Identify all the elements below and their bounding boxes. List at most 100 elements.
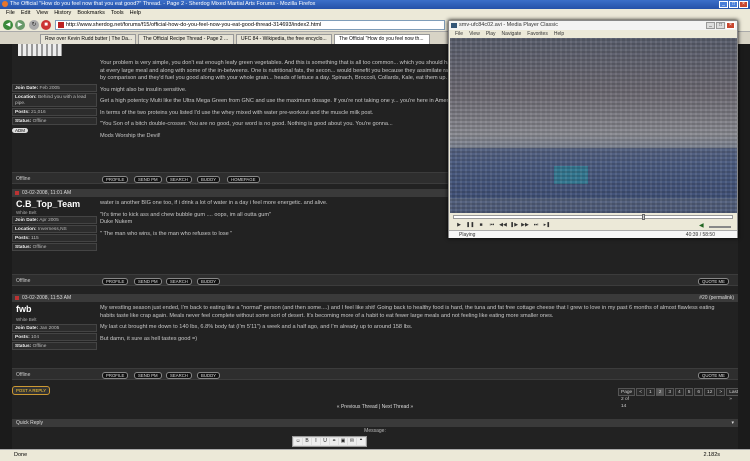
stop-icon[interactable]: ■: [477, 222, 485, 228]
pagination: Page 2 of 14 < 1 2 3 4 5 6 12 > Last »: [618, 388, 738, 409]
profile-button[interactable]: PROFILE: [102, 372, 129, 379]
prev-next-thread-links[interactable]: « Previous Thread | Next Thread »: [12, 404, 738, 410]
stop-icon[interactable]: ■: [41, 20, 51, 30]
frame-step-icon[interactable]: ▸❚: [543, 222, 551, 228]
username[interactable]: fwb: [16, 304, 32, 314]
post-paragraph: You might also be insulin sensitive.: [100, 86, 187, 93]
volume-slider[interactable]: [709, 226, 731, 228]
adm-badge: ADM: [12, 128, 28, 133]
offline-status: Offline: [16, 176, 31, 182]
seek-knob[interactable]: [641, 214, 645, 220]
avatar: [18, 44, 62, 56]
location: Location: Behind you with a lead pipe.: [12, 93, 97, 107]
post-paragraph: Get a high potentcy Multi like the Ultra…: [100, 98, 458, 104]
menu-bookmarks[interactable]: Bookmarks: [77, 9, 105, 18]
user-title: White Belt: [16, 317, 37, 322]
search-button[interactable]: SEARCH: [166, 278, 192, 285]
link-icon[interactable]: ⚭: [330, 438, 338, 445]
homepage-button[interactable]: HOMEPAGE: [227, 176, 260, 183]
profile-button[interactable]: PROFILE: [102, 278, 129, 285]
username[interactable]: C.B_Top_Team: [16, 199, 80, 209]
email-icon[interactable]: ✉: [348, 438, 356, 445]
send-pm-button[interactable]: SEND PM: [134, 372, 162, 379]
page-3[interactable]: 3: [665, 388, 675, 396]
page-prev[interactable]: <: [636, 388, 646, 396]
tab-how-do-you-feel[interactable]: The Official "How do you feel now th...: [334, 34, 430, 44]
page-6[interactable]: 6: [694, 388, 704, 396]
quote-button[interactable]: QUOTE ME: [698, 372, 729, 379]
underline-icon[interactable]: U: [321, 438, 329, 445]
player-menu-help[interactable]: Help: [554, 30, 564, 38]
player-menu-view[interactable]: View: [469, 30, 480, 38]
post-date: 03-02-2008, 11:53 AM: [22, 295, 72, 301]
menu-history[interactable]: History: [54, 9, 71, 18]
rewind-icon[interactable]: ◀◀: [499, 222, 507, 228]
player-menu-file[interactable]: File: [455, 30, 463, 38]
post-reply-button[interactable]: POST A REPLY: [12, 386, 51, 395]
url-bar[interactable]: http://www.sherdog.net/forums/f15/offici…: [55, 20, 445, 30]
media-player-window: smv-ufc84c02.avi - Media Player Classic …: [448, 20, 738, 238]
page-next[interactable]: >: [716, 388, 726, 396]
maximize-icon[interactable]: □: [716, 22, 725, 29]
minimize-icon[interactable]: _: [719, 1, 728, 8]
post-signature: " The man who wins, is the man who refus…: [100, 230, 233, 237]
search-button[interactable]: SEARCH: [166, 176, 192, 183]
reload-icon[interactable]: ↻: [29, 20, 39, 30]
minimize-icon[interactable]: _: [706, 22, 715, 29]
smiley-icon[interactable]: ☺: [294, 438, 302, 445]
page-info: Page 2 of 14: [618, 388, 636, 409]
send-pm-button[interactable]: SEND PM: [134, 176, 162, 183]
page-last[interactable]: Last »: [726, 388, 738, 402]
permalink-link[interactable]: #20 (permalink): [699, 294, 734, 302]
forward-icon[interactable]: ▶▶: [521, 222, 529, 228]
editor-toolbar: ☺ B I U ⚭ ▣ ✉ ❝: [292, 436, 367, 447]
page-1[interactable]: 1: [646, 388, 655, 396]
menu-edit[interactable]: Edit: [21, 9, 30, 18]
tab-kevin-rudd[interactable]: Row over Kevin Rudd butter | The Da...: [40, 34, 136, 44]
next-icon[interactable]: ⏭: [532, 222, 540, 228]
page-12[interactable]: 12: [704, 388, 716, 396]
browser-titlebar: The Official "How do you feel now that y…: [0, 0, 750, 9]
play-icon[interactable]: ▶: [455, 222, 463, 228]
offline-status: Offline: [16, 372, 31, 378]
online-status: Status: Offline: [12, 342, 97, 350]
menu-file[interactable]: File: [6, 9, 15, 18]
menu-help[interactable]: Help: [130, 9, 141, 18]
menu-tools[interactable]: Tools: [111, 9, 124, 18]
prev-icon[interactable]: ⏮: [488, 222, 496, 228]
post-count: Posts: 104: [12, 333, 97, 341]
pause-icon[interactable]: ❚❚: [466, 222, 474, 228]
send-pm-button[interactable]: SEND PM: [134, 278, 162, 285]
image-icon[interactable]: ▣: [339, 438, 347, 445]
quote-button[interactable]: QUOTE ME: [698, 278, 729, 285]
forward-icon[interactable]: ▶: [15, 20, 25, 30]
tab-recipe-thread[interactable]: The Official Recipe Thread - Page 2 ...: [138, 34, 234, 44]
buddy-button[interactable]: BUDDY: [197, 372, 221, 379]
page-5[interactable]: 5: [684, 388, 694, 396]
buddy-button[interactable]: BUDDY: [197, 176, 221, 183]
close-icon[interactable]: ×: [726, 22, 735, 29]
profile-button[interactable]: PROFILE: [102, 176, 129, 183]
close-icon[interactable]: ×: [739, 1, 748, 8]
quote-icon[interactable]: ❝: [357, 438, 365, 445]
search-button[interactable]: SEARCH: [166, 372, 192, 379]
message-label: Message:: [364, 428, 386, 434]
post-paragraph: Your problem is very simple, you don't e…: [100, 60, 460, 81]
video-frame[interactable]: [450, 38, 737, 213]
seek-bar[interactable]: [453, 214, 733, 220]
maximize-icon[interactable]: □: [729, 1, 738, 8]
page-4[interactable]: 4: [675, 388, 684, 396]
step-icon[interactable]: ❚▶: [510, 222, 518, 228]
collapse-icon[interactable]: ▾: [731, 419, 734, 427]
player-menu-navigate[interactable]: Navigate: [502, 30, 522, 38]
speaker-icon[interactable]: ◀: [699, 222, 704, 229]
bold-icon[interactable]: B: [303, 438, 311, 445]
back-icon[interactable]: ◀: [3, 20, 13, 30]
tab-ufc84-wikipedia[interactable]: UFC 84 - Wikipedia, the free encyclo...: [236, 34, 332, 44]
player-menu-play[interactable]: Play: [486, 30, 496, 38]
italic-icon[interactable]: I: [312, 438, 320, 445]
browser-status-bar: Done 2.182s: [0, 449, 750, 461]
buddy-button[interactable]: BUDDY: [197, 278, 221, 285]
player-menu-favorites[interactable]: Favorites: [527, 30, 548, 38]
menu-view[interactable]: View: [36, 9, 48, 18]
